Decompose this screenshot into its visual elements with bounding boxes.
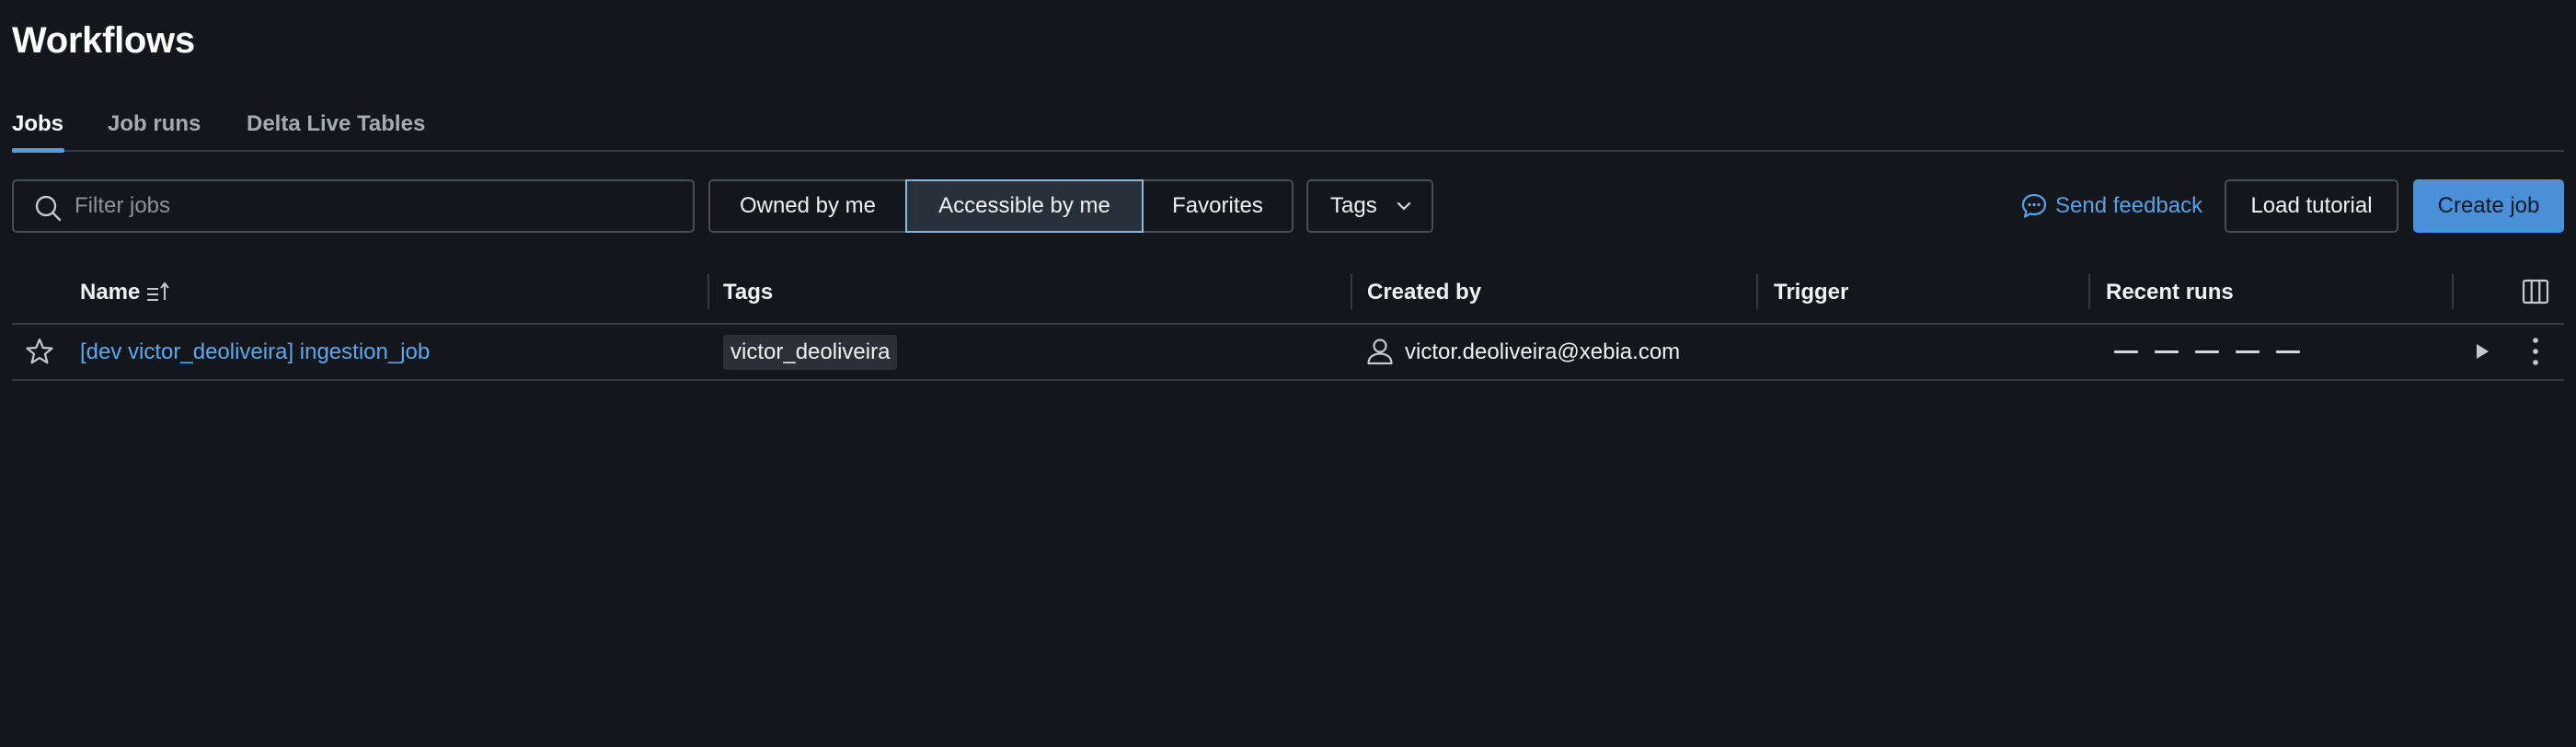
column-header-trigger[interactable]: Trigger bbox=[1774, 277, 1848, 308]
search-box bbox=[12, 179, 695, 233]
kebab-menu-icon[interactable] bbox=[2524, 335, 2547, 368]
play-icon[interactable] bbox=[2473, 342, 2491, 361]
tab-delta-live-tables[interactable]: Delta Live Tables bbox=[247, 110, 425, 152]
table-header-divider bbox=[12, 323, 2564, 325]
tags-dropdown[interactable]: Tags bbox=[1306, 179, 1433, 233]
column-divider bbox=[2452, 274, 2454, 309]
tags-dropdown-label: Tags bbox=[1330, 193, 1377, 218]
search-icon bbox=[35, 195, 62, 222]
recent-run-empty-marker bbox=[2155, 351, 2179, 353]
sort-ascending-icon[interactable] bbox=[145, 280, 173, 305]
load-tutorial-button[interactable]: Load tutorial bbox=[2225, 179, 2398, 233]
filter-owned-by-me[interactable]: Owned by me bbox=[708, 179, 907, 233]
column-header-name[interactable]: Name bbox=[80, 277, 173, 308]
recent-run-empty-marker bbox=[2276, 351, 2300, 353]
columns-icon[interactable] bbox=[2522, 278, 2549, 305]
tab-job-runs[interactable]: Job runs bbox=[108, 110, 201, 152]
tab-bar: Jobs Job runs Delta Live Tables bbox=[12, 110, 2564, 153]
chat-bubble-icon bbox=[2021, 193, 2047, 218]
chevron-down-icon bbox=[1397, 201, 1410, 211]
column-header-name-label: Name bbox=[80, 280, 141, 305]
recent-run-empty-marker bbox=[2236, 351, 2260, 353]
send-feedback-link[interactable]: Send feedback bbox=[2020, 190, 2202, 222]
send-feedback-label: Send feedback bbox=[2055, 193, 2203, 218]
column-header-created-by[interactable]: Created by bbox=[1367, 277, 1481, 308]
created-by-email: victor.deoliveira@xebia.com bbox=[1405, 339, 1681, 364]
column-header-tags[interactable]: Tags bbox=[723, 277, 773, 308]
filter-jobs-input[interactable] bbox=[75, 189, 673, 224]
filter-favorites[interactable]: Favorites bbox=[1142, 179, 1294, 233]
recent-run-empty-marker bbox=[2114, 351, 2138, 353]
job-name-link[interactable]: [dev victor_deoliveira] ingestion_job bbox=[80, 335, 430, 370]
recent-run-empty-marker bbox=[2195, 351, 2219, 353]
create-job-button[interactable]: Create job bbox=[2413, 179, 2564, 233]
workflows-page: Workflows Jobs Job runs Delta Live Table… bbox=[0, 0, 2576, 747]
column-header-recent-runs[interactable]: Recent runs bbox=[2106, 277, 2234, 308]
tag-badge: victor_deoliveira bbox=[723, 335, 898, 370]
table-row-divider bbox=[12, 379, 2564, 381]
column-divider[interactable] bbox=[1756, 274, 1758, 309]
page-title: Workflows bbox=[12, 20, 195, 61]
column-divider[interactable] bbox=[2088, 274, 2090, 309]
filter-accessible-by-me[interactable]: Accessible by me bbox=[905, 179, 1144, 233]
tab-jobs[interactable]: Jobs bbox=[12, 110, 64, 153]
column-divider[interactable] bbox=[1351, 274, 1352, 309]
column-divider[interactable] bbox=[707, 274, 709, 309]
star-outline-icon[interactable] bbox=[25, 337, 54, 366]
user-icon bbox=[1367, 339, 1393, 365]
